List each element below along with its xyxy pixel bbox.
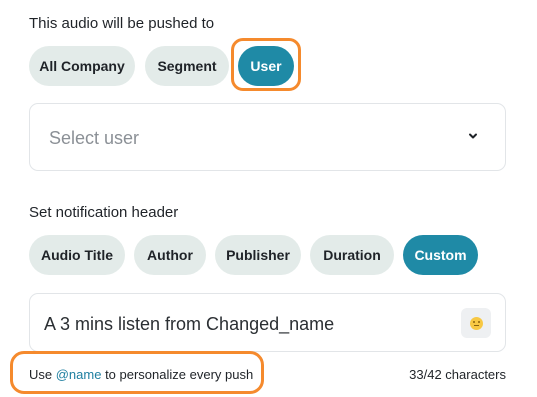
notification-header-input[interactable]: A 3 mins listen from Changed_name — [29, 293, 506, 352]
hint-suffix: to personalize every push — [101, 367, 254, 382]
header-option-author[interactable]: Author — [134, 235, 206, 275]
notification-heading: Set notification header — [29, 204, 179, 221]
user-select[interactable]: Select user — [29, 103, 506, 171]
character-counter: 33/42 characters — [409, 367, 506, 382]
audience-option-segment[interactable]: Segment — [145, 46, 229, 86]
audience-option-user[interactable]: User — [238, 46, 294, 86]
hint-prefix: Use — [29, 367, 56, 382]
header-option-custom[interactable]: Custom — [403, 235, 478, 275]
audience-option-all-company[interactable]: All Company — [29, 46, 135, 86]
header-option-duration[interactable]: Duration — [310, 235, 394, 275]
header-option-audio-title[interactable]: Audio Title — [29, 235, 125, 275]
chevron-down-icon — [469, 133, 477, 139]
header-option-publisher[interactable]: Publisher — [215, 235, 301, 275]
emoji-smile-icon — [469, 316, 483, 330]
personalize-hint: Use @name to personalize every push — [29, 367, 253, 382]
user-select-placeholder: Select user — [49, 128, 140, 148]
emoji-button[interactable] — [461, 308, 491, 338]
name-mention-token: @name — [55, 367, 102, 382]
notification-header-value: A 3 mins listen from Changed_name — [44, 314, 335, 334]
audience-heading: This audio will be pushed to — [29, 15, 215, 32]
